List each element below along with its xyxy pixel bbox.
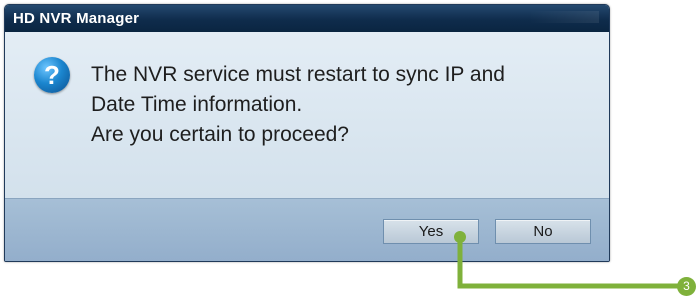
screenshot-canvas: HD NVR Manager ? The NVR service must re… — [0, 0, 699, 303]
step-badge: 3 — [677, 277, 696, 296]
callout-leader-line — [457, 237, 680, 289]
callout-connector — [454, 231, 680, 289]
